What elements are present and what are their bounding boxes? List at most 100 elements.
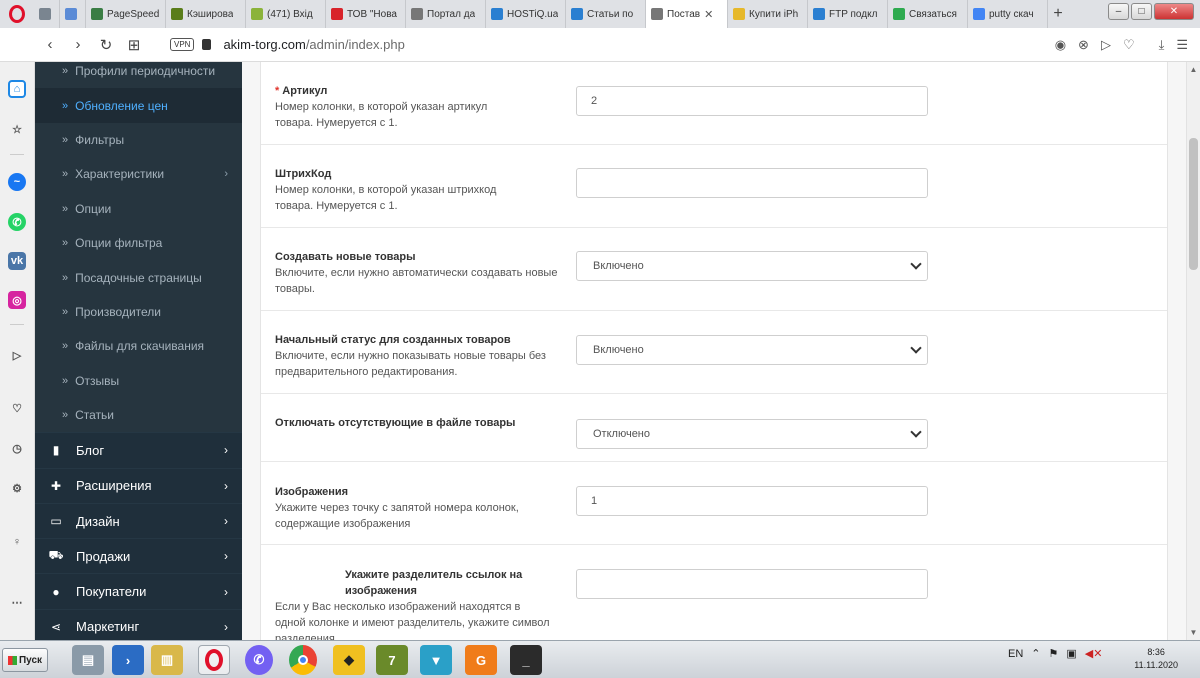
back-icon[interactable]: ‹ — [36, 36, 64, 53]
tabs-grid-icon[interactable]: ⊞ — [120, 36, 148, 54]
instagram-icon[interactable]: ◎ — [8, 291, 26, 309]
explorer-folder-icon[interactable]: ▥ — [151, 645, 183, 675]
heart-icon[interactable]: ♡ — [8, 399, 26, 417]
submenu-item[interactable]: » Статьи — [35, 398, 242, 432]
images-input[interactable]: 1 — [576, 486, 928, 516]
total-commander-icon[interactable]: 7 — [376, 645, 408, 675]
adblock-icon[interactable]: ⊗ — [1078, 37, 1089, 53]
initial-status-select[interactable]: Включено — [576, 335, 928, 365]
maximize-icon[interactable]: □ — [1131, 3, 1152, 20]
home-icon[interactable]: ⌂ — [8, 80, 26, 98]
browser-tab[interactable]: Купити iPh — [728, 0, 808, 28]
browser-tab[interactable]: Связаться — [888, 0, 968, 28]
language-indicator[interactable]: EN — [1008, 648, 1023, 660]
browser-tab[interactable] — [34, 0, 60, 28]
browser-tab[interactable]: Постав ✕ — [646, 0, 728, 28]
lock-icon[interactable] — [202, 39, 212, 50]
browser-tab[interactable]: Портал да — [406, 0, 486, 28]
initial-status-help: Включите, если нужно показывать новые то… — [275, 350, 546, 378]
close-window-icon[interactable]: ✕ — [1154, 3, 1194, 20]
submenu-item[interactable]: » Опции — [35, 192, 242, 226]
star-icon[interactable]: ☆ — [8, 120, 26, 138]
scroll-up-icon[interactable]: ▲ — [1189, 65, 1198, 74]
separator-input[interactable] — [576, 569, 928, 599]
google-icon — [973, 8, 985, 20]
send-icon[interactable]: ▷ — [8, 346, 26, 364]
bat-mail-icon[interactable]: ◆ — [333, 645, 365, 675]
tips-icon[interactable]: ♀ — [8, 533, 26, 551]
page-scrollbar[interactable]: ▲ ▼ — [1186, 62, 1200, 640]
tray-expand-icon[interactable]: ⌃ — [1031, 647, 1040, 660]
menu-item[interactable]: ⋖ Маркетинг › — [35, 608, 242, 640]
network-icon[interactable]: ▣ — [1066, 647, 1076, 660]
download-icon[interactable]: ⤓ — [1159, 37, 1165, 53]
menu-item[interactable]: ⛟ Продажи › — [35, 538, 242, 574]
url-field[interactable]: akim-torg.com/admin/index.php — [223, 37, 404, 52]
pdf-editor-icon[interactable]: G — [465, 645, 497, 675]
submenu-item[interactable]: » Опции фильтра — [35, 226, 242, 260]
computer-icon[interactable]: ▤ — [72, 645, 104, 675]
clock[interactable]: 8:36 11.11.2020 — [1134, 646, 1178, 672]
viber-icon[interactable]: ✆ — [245, 645, 273, 675]
browser-tab[interactable]: (471) Вхід — [246, 0, 326, 28]
history-icon[interactable]: ◷ — [8, 439, 26, 457]
submenu-item[interactable]: » Отзывы — [35, 364, 242, 398]
article-input[interactable]: 2 — [576, 86, 928, 116]
whatsapp-icon[interactable]: ✆ — [8, 213, 26, 231]
browser-tab[interactable]: FTP подкл — [808, 0, 888, 28]
scroll-down-icon[interactable]: ▼ — [1189, 628, 1198, 637]
messenger-icon[interactable]: ~ — [8, 173, 26, 191]
volume-muted-icon[interactable]: ◀✕ — [1085, 647, 1103, 660]
chevron-right-icon: › — [224, 168, 228, 181]
new-tab-icon[interactable]: + — [1048, 5, 1068, 23]
vpn-app-icon[interactable]: ▼ — [420, 645, 452, 675]
browser-tab[interactable] — [60, 0, 86, 28]
opera-logo-icon[interactable] — [0, 0, 34, 28]
terminal-icon[interactable]: _ — [510, 645, 542, 675]
submenu-item[interactable]: » Файлы для скачивания — [35, 329, 242, 363]
browser-tab[interactable]: HOSTiQ.ua — [486, 0, 566, 28]
heart-icon[interactable]: ♡ — [1123, 37, 1135, 53]
barcode-input[interactable] — [576, 168, 928, 198]
browser-tab[interactable]: PageSpeed — [86, 0, 166, 28]
menu-item[interactable]: ▮ Блог › — [35, 432, 242, 468]
browser-tab-label: Купити iPh — [749, 8, 799, 20]
disable-missing-select[interactable]: Отключено — [576, 419, 928, 449]
flag-icon[interactable]: ⚑ — [1049, 647, 1059, 660]
chevron-right-icon: › — [224, 478, 228, 493]
disable-missing-label: Отключать отсутствующие в файле товары — [275, 415, 555, 431]
menu-item[interactable]: ✚ Расширения › — [35, 467, 242, 503]
menu-item[interactable]: ▭ Дизайн › — [35, 502, 242, 539]
vk-icon[interactable]: vk — [8, 252, 26, 270]
send-icon[interactable]: ▷ — [1101, 37, 1111, 53]
submenu-item[interactable]: » Обновление цен — [35, 88, 242, 123]
submenu-item[interactable]: » Характеристики › — [35, 157, 242, 191]
create-new-select[interactable]: Включено — [576, 251, 928, 281]
more-icon[interactable]: ⋯ — [8, 593, 26, 611]
menu-item[interactable]: ● Покупатели › — [35, 573, 242, 609]
submenu-item[interactable]: » Профили периодичности — [35, 62, 242, 88]
settings-icon[interactable]: ⚙ — [8, 479, 26, 497]
reload-icon[interactable]: ↻ — [92, 36, 120, 54]
browser-tab[interactable]: putty скач — [968, 0, 1048, 28]
iq-icon — [491, 8, 503, 20]
submenu-item[interactable]: » Фильтры — [35, 123, 242, 157]
window-controls: – □ ✕ — [1108, 3, 1194, 20]
start-button[interactable]: Пуск — [2, 648, 48, 672]
browser-tab[interactable]: Статьи по — [566, 0, 646, 28]
browser-tab-label: Кэширова — [187, 8, 234, 20]
opera-taskbar-icon[interactable] — [198, 645, 230, 675]
forward-icon[interactable]: › — [64, 36, 92, 53]
scrollbar-thumb[interactable] — [1189, 138, 1198, 270]
powershell-icon[interactable]: › — [112, 645, 144, 675]
camera-icon[interactable]: ◉ — [1055, 37, 1066, 53]
vpn-badge[interactable]: VPN — [170, 38, 195, 51]
close-tab-icon[interactable]: ✕ — [704, 8, 713, 21]
chrome-icon[interactable] — [289, 645, 317, 675]
submenu-item[interactable]: » Производители — [35, 295, 242, 329]
browser-tab[interactable]: Кэширова — [166, 0, 246, 28]
browser-tab[interactable]: ТОВ "Нова — [326, 0, 406, 28]
minimize-icon[interactable]: – — [1108, 3, 1129, 20]
submenu-item[interactable]: » Посадочные страницы — [35, 260, 242, 294]
easy-setup-icon[interactable]: ☰ — [1176, 37, 1188, 53]
